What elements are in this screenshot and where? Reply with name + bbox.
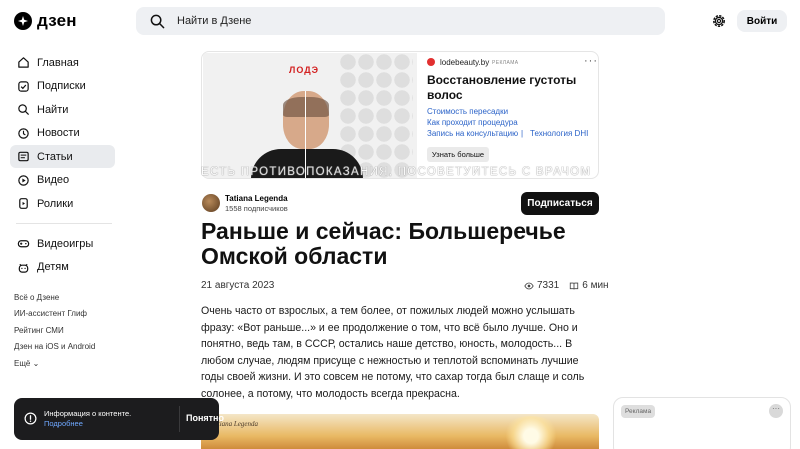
more-options-icon[interactable]: ··· <box>584 55 598 67</box>
author-name[interactable]: Tatiana Legenda <box>225 194 288 203</box>
toast-more-link[interactable]: Подробнее <box>44 419 83 428</box>
subscriptions-icon <box>18 80 29 92</box>
author-subscribers: 1558 подписчиков <box>225 204 288 213</box>
sidebar-item-label: Главная <box>37 56 79 69</box>
author-avatar[interactable] <box>202 194 220 212</box>
ad-learn-more-button[interactable]: Узнать больше <box>427 147 489 162</box>
ad-label: РЕКЛАМА <box>492 60 519 66</box>
zen-logo[interactable]: дзен <box>14 11 77 31</box>
logo-text: дзен <box>37 11 77 30</box>
ad-disclaimer: ЕСТЬ ПРОТИВОПОКАЗАНИЯ, ПОСОВЕТУЙТЕСЬ С В… <box>201 166 592 178</box>
article-photo[interactable]: Tatiana Legenda <box>201 414 599 449</box>
gear-icon[interactable] <box>711 13 727 29</box>
ad-brand-logo: ЛОДЭ <box>289 65 320 75</box>
photo-sun <box>501 416 561 449</box>
sidebar-item-search[interactable]: Найти <box>10 98 115 121</box>
kids-icon <box>18 263 29 273</box>
ad-banner[interactable]: ЛОДЭ <box>201 51 599 179</box>
sidebar-footer-links: Всё о Дзене ИИ-ассистент Глиф Рейтинг СМ… <box>14 292 95 374</box>
read-time: 6 мин <box>582 280 609 291</box>
right-ad-card[interactable]: Реклама ··· <box>613 397 791 449</box>
footer-link-media-rating[interactable]: Рейтинг СМИ <box>14 325 95 341</box>
sidebar-item-label: Ролики <box>37 197 74 210</box>
footer-link-assistant[interactable]: ИИ-ассистент Глиф <box>14 308 95 324</box>
sidebar-item-label: Новости <box>37 127 80 139</box>
ad-link-separator: | <box>521 129 524 138</box>
gamepad-icon <box>17 240 30 248</box>
zen-logo-icon <box>14 12 32 30</box>
sidebar-item-label: Видеоигры <box>37 237 94 250</box>
sidebar-item-label: Видео <box>37 174 70 186</box>
ad-badge: Реклама <box>621 405 656 418</box>
articles-icon <box>18 151 29 162</box>
sidebar-item-home[interactable]: Главная <box>10 51 115 74</box>
info-icon <box>24 412 37 425</box>
home-icon <box>18 57 29 68</box>
page: дзен Найти в Дзене Войти Главная Подписк… <box>0 0 800 449</box>
sidebar-item-subscriptions[interactable]: Подписки <box>10 75 115 98</box>
more-options-icon[interactable]: ··· <box>769 404 783 418</box>
eye-icon <box>524 282 534 289</box>
subscribe-button[interactable]: Подписаться <box>521 192 599 215</box>
toast-text: Информация о контенте. <box>44 409 132 418</box>
shorts-icon <box>19 198 28 209</box>
search-icon <box>18 104 30 116</box>
search-placeholder: Найти в Дзене <box>177 15 252 27</box>
sidebar-item-label: Статьи <box>37 150 73 163</box>
ad-link-price[interactable]: Стоимость пересадки <box>427 107 508 116</box>
video-icon <box>18 174 29 186</box>
sidebar-item-label: Детям <box>37 261 69 273</box>
search-icon <box>150 14 165 28</box>
footer-link-more[interactable]: Ещё ⌄ <box>14 358 95 374</box>
login-button[interactable]: Войти <box>737 10 787 32</box>
ad-favicon-icon <box>427 58 435 66</box>
sidebar-nav: Главная Подписки Найти Новости Статьи Ви… <box>10 51 115 279</box>
ad-link-dhi[interactable]: Технология DHI <box>530 129 588 138</box>
footer-link-apps[interactable]: Дзен на iOS и Android <box>14 341 95 357</box>
sidebar-item-label: Подписки <box>37 80 86 92</box>
article-stats: 7331 6 мин <box>524 280 609 291</box>
toast-divider <box>179 406 180 432</box>
sidebar-item-label: Найти <box>37 103 69 116</box>
chevron-down-icon: ⌄ <box>32 358 40 368</box>
book-icon <box>570 282 579 289</box>
sidebar-item-articles[interactable]: Статьи <box>10 145 115 168</box>
ad-person-hair <box>283 97 329 117</box>
article-title: Раньше и сейчас: Большеречье Омской обла… <box>201 218 566 269</box>
article-body: Очень часто от взрослых, а тем более, от… <box>201 305 585 400</box>
sidebar-item-video[interactable]: Видео <box>10 169 115 192</box>
footer-link-about[interactable]: Всё о Дзене <box>14 292 95 308</box>
ad-link-procedure[interactable]: Как проходит процедура <box>427 118 518 127</box>
sidebar-item-kids[interactable]: Детям <box>10 256 115 279</box>
ad-link-consultation[interactable]: Запись на консультацию <box>427 129 518 138</box>
ad-title[interactable]: Восстановление густоты волос <box>427 73 592 103</box>
ad-image: ЛОДЭ <box>203 53 417 178</box>
search-bar[interactable]: Найти в Дзене <box>136 7 665 35</box>
ad-domain[interactable]: lodebeauty.by <box>440 58 489 67</box>
article-date: 21 августа 2023 <box>201 280 275 291</box>
toast-ok-button[interactable]: Понятно <box>186 413 224 423</box>
footer-more-label: Ещё <box>14 358 31 368</box>
news-icon <box>18 127 29 139</box>
sidebar-item-videogames[interactable]: Видеоигры <box>10 232 115 255</box>
content-info-toast: Информация о контенте. Подробнее Понятно <box>14 398 224 440</box>
sidebar-divider <box>16 223 112 224</box>
sidebar-item-news[interactable]: Новости <box>10 122 115 145</box>
views-count: 7331 <box>537 280 560 291</box>
sidebar-item-shorts[interactable]: Ролики <box>10 192 115 215</box>
